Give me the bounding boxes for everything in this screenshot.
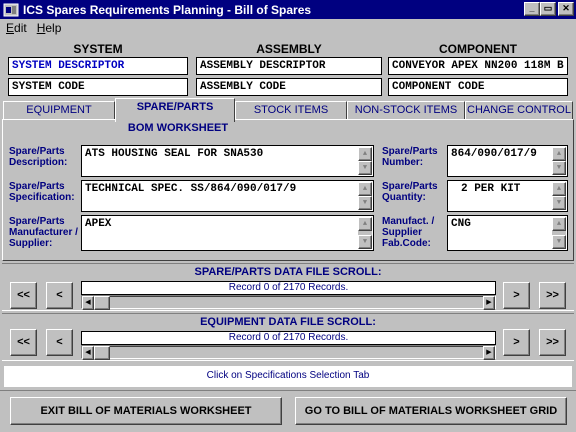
menu-edit[interactable]: Edit bbox=[0, 21, 31, 35]
fabcode-value: CNG bbox=[451, 218, 471, 230]
app-icon bbox=[3, 3, 19, 16]
component-code-field[interactable]: COMPONENT CODE bbox=[388, 78, 568, 96]
spare-scroll-title: SPARE/PARTS DATA FILE SCROLL: bbox=[194, 266, 382, 278]
tab-stock-items[interactable]: STOCK ITEMS bbox=[235, 101, 347, 120]
spare-record-scrollbar[interactable]: ◀ ▶ bbox=[81, 295, 496, 310]
menu-help[interactable]: Help bbox=[31, 21, 66, 35]
equipment-record-scrollbar[interactable]: ◀ ▶ bbox=[81, 345, 496, 360]
component-descriptor-field[interactable]: CONVEYOR APEX NN200 118M B bbox=[388, 57, 568, 75]
status-message: Click on Specifications Selection Tab bbox=[4, 366, 572, 387]
equipment-scroll-title: EQUIPMENT DATA FILE SCROLL: bbox=[200, 316, 376, 328]
assembly-heading: ASSEMBLY bbox=[256, 42, 322, 56]
window-title: ICS Spares Requirements Planning - Bill … bbox=[23, 2, 312, 17]
tab-spare-parts[interactable]: SPARE/PARTS bbox=[115, 98, 235, 122]
scroll-left-icon[interactable]: ◀ bbox=[82, 296, 94, 310]
specification-memo[interactable]: TECHNICAL SPEC. SS/864/090/017/9 ▲ ▼ bbox=[81, 180, 374, 212]
exit-worksheet-button[interactable]: EXIT BILL OF MATERIALS WORKSHEET bbox=[10, 397, 282, 425]
specification-value: TECHNICAL SPEC. SS/864/090/017/9 bbox=[85, 183, 297, 195]
worksheet-grid-button[interactable]: GO TO BILL OF MATERIALS WORKSHEET GRID bbox=[295, 397, 567, 425]
close-button[interactable]: ✕ bbox=[558, 2, 574, 16]
scroll-up-icon[interactable]: ▲ bbox=[552, 182, 566, 196]
scroll-up-icon[interactable]: ▲ bbox=[358, 182, 372, 196]
quantity-memo[interactable]: 2 PER KIT ▲ ▼ bbox=[447, 180, 568, 212]
system-heading: SYSTEM bbox=[73, 42, 123, 56]
fabcode-label: Manufact. / Supplier Fab.Code: bbox=[382, 216, 435, 249]
spare-prev-button[interactable]: < bbox=[46, 282, 73, 309]
assembly-code-field[interactable]: ASSEMBLY CODE bbox=[196, 78, 382, 96]
scroll-down-icon[interactable]: ▼ bbox=[552, 161, 566, 175]
manufacturer-label: Spare/Parts Manufacturer / Supplier: bbox=[9, 216, 78, 249]
equipment-record-counter: Record 0 of 2170 Records. bbox=[81, 331, 496, 345]
number-value: 864/090/017/9 bbox=[451, 148, 537, 160]
equipment-prev-button[interactable]: < bbox=[46, 329, 73, 356]
scroll-down-icon[interactable]: ▼ bbox=[358, 161, 372, 175]
scroll-down-icon[interactable]: ▼ bbox=[552, 196, 566, 210]
manufacturer-value: APEX bbox=[85, 218, 112, 230]
scroll-right-icon[interactable]: ▶ bbox=[483, 346, 495, 360]
manufacturer-memo[interactable]: APEX ▲ ▼ bbox=[81, 215, 374, 251]
system-descriptor-field[interactable]: SYSTEM DESCRIPTOR bbox=[8, 57, 188, 75]
equipment-last-button[interactable]: >> bbox=[539, 329, 566, 356]
equipment-next-button[interactable]: > bbox=[503, 329, 530, 356]
quantity-value: 2 PER KIT bbox=[461, 183, 521, 195]
scroll-up-icon[interactable]: ▲ bbox=[552, 147, 566, 161]
title-bar[interactable]: ICS Spares Requirements Planning - Bill … bbox=[0, 0, 576, 19]
scroll-up-icon[interactable]: ▲ bbox=[552, 217, 566, 231]
scroll-down-icon[interactable]: ▼ bbox=[358, 235, 372, 249]
tab-non-stock-items[interactable]: NON-STOCK ITEMS bbox=[347, 101, 465, 120]
scroll-up-icon[interactable]: ▲ bbox=[358, 217, 372, 231]
tab-change-control[interactable]: CHANGE CONTROL bbox=[465, 101, 573, 120]
specification-label: Spare/Parts Specification: bbox=[9, 181, 75, 203]
description-label: Spare/Parts Description: bbox=[9, 146, 68, 168]
system-code-field[interactable]: SYSTEM CODE bbox=[8, 78, 188, 96]
assembly-descriptor-field[interactable]: ASSEMBLY DESCRIPTOR bbox=[196, 57, 382, 75]
spare-last-button[interactable]: >> bbox=[539, 282, 566, 309]
number-memo[interactable]: 864/090/017/9 ▲ ▼ bbox=[447, 145, 568, 177]
scroll-up-icon[interactable]: ▲ bbox=[358, 147, 372, 161]
bom-worksheet-title: BOM WORKSHEET bbox=[127, 122, 229, 134]
tab-equipment[interactable]: EQUIPMENT bbox=[3, 101, 115, 120]
fabcode-memo[interactable]: CNG ▲ ▼ bbox=[447, 215, 568, 251]
number-label: Spare/Parts Number: bbox=[382, 146, 438, 168]
spare-record-counter: Record 0 of 2170 Records. bbox=[81, 281, 496, 295]
scroll-right-icon[interactable]: ▶ bbox=[483, 296, 495, 310]
scroll-down-icon[interactable]: ▼ bbox=[358, 196, 372, 210]
spare-first-button[interactable]: << bbox=[10, 282, 37, 309]
spare-next-button[interactable]: > bbox=[503, 282, 530, 309]
equipment-first-button[interactable]: << bbox=[10, 329, 37, 356]
component-heading: COMPONENT bbox=[439, 42, 517, 56]
scroll-down-icon[interactable]: ▼ bbox=[552, 235, 566, 249]
scroll-thumb[interactable] bbox=[94, 346, 110, 360]
menu-bar: Edit Help bbox=[0, 19, 576, 37]
scroll-thumb[interactable] bbox=[94, 296, 110, 310]
divider bbox=[0, 390, 576, 391]
minimize-button[interactable]: _ bbox=[524, 2, 540, 16]
description-value: ATS HOUSING SEAL FOR SNA530 bbox=[85, 148, 264, 160]
quantity-label: Spare/Parts Quantity: bbox=[382, 181, 438, 203]
description-memo[interactable]: ATS HOUSING SEAL FOR SNA530 ▲ ▼ bbox=[81, 145, 374, 177]
maximize-button[interactable]: ▭ bbox=[540, 2, 556, 16]
scroll-left-icon[interactable]: ◀ bbox=[82, 346, 94, 360]
